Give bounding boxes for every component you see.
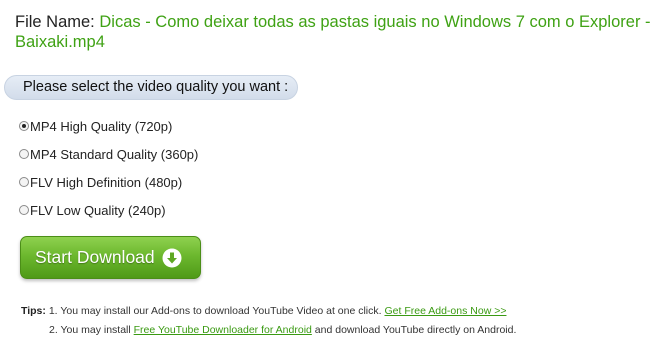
- download-page: File Name: Dicas - Como deixar todas as …: [0, 0, 650, 344]
- file-name-value-continued: Baixaki.mp4: [15, 33, 105, 51]
- radio-button-selected[interactable]: [19, 121, 29, 131]
- quality-option-label: MP4 High Quality (720p): [30, 118, 173, 134]
- tip-2-suffix: and download YouTube directly on Android…: [314, 324, 517, 336]
- quality-option-label: MP4 Standard Quality (360p): [30, 146, 199, 162]
- tips-title: Tips:: [21, 305, 46, 317]
- quality-option-mp4-360p[interactable]: MP4 Standard Quality (360p): [19, 145, 198, 163]
- tip-1: Tips: 1. You may install our Add-ons to …: [21, 305, 506, 318]
- quality-option-label: FLV High Definition (480p): [30, 174, 183, 190]
- radio-button[interactable]: [19, 205, 29, 215]
- file-name-line: File Name: Dicas - Como deixar todas as …: [15, 12, 650, 32]
- arrow-down-circle-icon: [162, 248, 182, 267]
- quality-option-flv-240p[interactable]: FLV Low Quality (240p): [19, 201, 166, 219]
- start-download-button[interactable]: Start Download: [20, 236, 201, 279]
- android-downloader-link[interactable]: Free YouTube Downloader for Android: [134, 324, 312, 336]
- tip-2: 2. You may install Free YouTube Download…: [49, 324, 516, 337]
- quality-heading: Please select the video quality you want…: [4, 75, 298, 100]
- file-name-label: File Name:: [15, 13, 95, 31]
- start-download-label: Start Download: [35, 247, 155, 267]
- quality-option-mp4-720p[interactable]: MP4 High Quality (720p): [19, 117, 172, 135]
- get-free-addons-link[interactable]: Get Free Add-ons Now >>: [384, 305, 506, 317]
- quality-option-flv-480p[interactable]: FLV High Definition (480p): [19, 173, 182, 191]
- radio-button[interactable]: [19, 177, 29, 187]
- file-name-value: Dicas - Como deixar todas as pastas igua…: [99, 13, 650, 31]
- radio-button[interactable]: [19, 149, 29, 159]
- tip-2-text: 2. You may install: [49, 324, 131, 336]
- quality-option-label: FLV Low Quality (240p): [30, 202, 166, 218]
- tip-1-text: 1. You may install our Add-ons to downlo…: [48, 305, 382, 317]
